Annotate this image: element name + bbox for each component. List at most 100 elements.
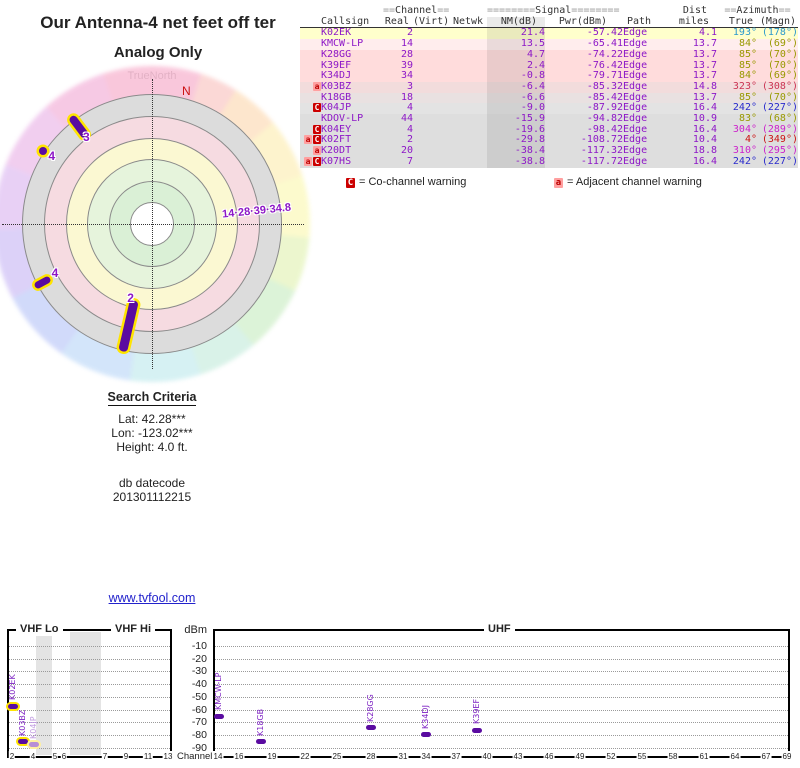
grid-line — [215, 696, 788, 698]
network-cell — [449, 28, 487, 39]
channel-tick-label: 9 — [122, 751, 130, 762]
dbm-tick-label: -40 — [191, 678, 207, 691]
signal-marker — [18, 739, 28, 745]
table-row: a C K07HS 7 -38.8 -117.7 2Edge 16.4 242° (227°) — [300, 155, 798, 168]
channel-tick-label: 61 — [698, 751, 710, 762]
channel-real-cell: 28 — [400, 48, 413, 60]
channel-tick-label: 11 — [142, 751, 154, 762]
signal-marker-label: K04JP — [28, 716, 38, 739]
table-row: a K20DT 20 -38.4 -117.3 2Edge 18.8 310° (295°) — [300, 145, 798, 157]
signal-marker-label: K39EF — [471, 699, 481, 725]
signal-marker-label: K03BZ — [17, 709, 27, 736]
east-west-axis — [2, 224, 304, 225]
signal-marker-label: K02EK — [7, 674, 17, 701]
channel-virt-cell — [413, 93, 449, 104]
table-row: C K04JP 4 -9.0 -87.9 2Edge 16.4 242° (227°) — [300, 103, 798, 115]
table-column-header-row: Callsign Real (Virt) Netwk NM(dB) Pwr(dB… — [300, 15, 798, 29]
tvfool-link[interactable]: www.tvfool.com — [109, 591, 196, 605]
grid-line — [215, 734, 788, 736]
grid-line — [9, 658, 170, 660]
channel-tick-label: 55 — [636, 751, 648, 762]
polar-plot: Our Antenna-4 net feet off ter Analog On… — [0, 0, 320, 385]
power-dbm-cell: -74.2 — [586, 48, 617, 60]
warning-cell — [300, 50, 321, 61]
signal-marker — [421, 732, 431, 738]
grid-line — [9, 684, 170, 686]
channel-tick-label: 25 — [331, 751, 343, 762]
vhf-hi-label: VHF Hi — [111, 623, 156, 636]
channel-tick-label: 34 — [420, 751, 432, 762]
warning-cell: aC — [300, 156, 321, 168]
signal-marker-label: K34DJ — [420, 704, 430, 729]
signal-marker — [29, 742, 39, 748]
signal-marker-label: KMCW-LP — [213, 672, 223, 711]
table-row: KMCW-LP 14 13.5 -65.4 1Edge 13.7 84° (69°) — [300, 38, 798, 50]
channel-tick-label: 5 — [51, 751, 59, 762]
polar-subtitle: Analog Only — [113, 44, 203, 61]
azimuth-true-cell: 85° — [738, 48, 757, 60]
azimuth-magn-cell: (227°) — [761, 155, 798, 167]
site-link-wrap: www.tvfool.com — [32, 589, 272, 607]
network-cell — [449, 146, 487, 157]
warning-cell — [300, 39, 321, 50]
co-channel-legend-text: = Co-channel warning — [359, 176, 467, 188]
polar-marker-label: 3 — [83, 129, 90, 144]
warning-cell — [300, 114, 321, 125]
channel-virt-cell — [413, 125, 449, 136]
adjacent-channel-warning-icon: a — [313, 81, 321, 91]
warning-cell — [300, 28, 321, 39]
col-pwr: Pwr(dBm) — [545, 16, 617, 29]
channel-tick-label: 69 — [781, 751, 793, 762]
station-table: ==Channel== ========Signal======== Dist … — [300, 5, 800, 168]
table-row: K18GB 18 -6.6 -85.4 2Edge 13.7 85° (70°) — [300, 92, 798, 104]
channel-tick-label: 67 — [760, 751, 772, 762]
network-cell — [449, 71, 487, 82]
uhf-label: UHF — [484, 623, 515, 636]
polar-title: Our Antenna-4 net feet off ter — [40, 13, 276, 32]
channel-virt-cell — [413, 39, 449, 50]
nm-db-cell: 4.7 — [487, 49, 545, 61]
dbm-tick-label: -10 — [191, 640, 207, 652]
channel-real-cell: 7 — [406, 155, 413, 167]
polar-marker-label: 4 — [48, 148, 56, 163]
channel-tick-label: 6 — [60, 751, 68, 762]
polar-marker-label: 2 — [127, 290, 134, 305]
channel-tick-label: 2 — [8, 751, 16, 762]
signal-marker — [366, 725, 376, 731]
network-cell — [449, 135, 487, 146]
channel-virt-cell — [413, 135, 449, 146]
channel-tick-label: 52 — [605, 751, 617, 762]
db-datecode-label: db datecode — [118, 476, 186, 490]
warning-cell: C — [300, 124, 321, 136]
channel-virt-cell — [413, 157, 449, 168]
azimuth-true-cell: 242° — [732, 155, 757, 167]
grid-line — [9, 747, 170, 749]
adjacent-channel-warning-icon: a — [304, 156, 312, 166]
col-nm: NM(dB) — [487, 16, 545, 29]
network-cell — [449, 125, 487, 136]
channel-tick-label: 22 — [299, 751, 311, 762]
adjacent-channel-warning-icon: a — [304, 135, 312, 145]
table-row: C K04EY 4 -19.6 -98.4 2Edge 16.4 304° (289°) — [300, 124, 798, 136]
table-row: K34DJ 34 -0.8 -79.7 1Edge 13.7 84° (69°) — [300, 71, 798, 82]
nm-db-cell: -38.8 — [487, 156, 545, 168]
channel-virt-cell — [413, 71, 449, 82]
path-cell: 2Edge — [617, 48, 648, 60]
grid-line — [215, 658, 788, 660]
search-criteria: Search Criteria Lat: 42.28*** Lon: -123.… — [32, 390, 272, 504]
grid-line — [215, 722, 788, 724]
table-row: KDOV-LP 44 -15.9 -94.8 2Edge 10.9 83° (68°) — [300, 113, 798, 125]
channel-virt-cell — [413, 28, 449, 39]
dbm-tick-label: -50 — [191, 690, 207, 703]
co-channel-warning-icon: C — [313, 156, 321, 166]
channel-virt-cell — [413, 114, 449, 125]
co-channel-legend: C = Co-channel warning — [345, 176, 466, 188]
col-real: Real — [383, 16, 413, 29]
grid-line — [215, 709, 788, 711]
col-virt: (Virt) — [413, 15, 450, 29]
grid-line — [215, 684, 788, 686]
network-cell — [449, 50, 487, 61]
channel-tick-label: 43 — [512, 751, 524, 762]
network-cell — [449, 61, 487, 72]
uhf-panel — [213, 629, 790, 758]
